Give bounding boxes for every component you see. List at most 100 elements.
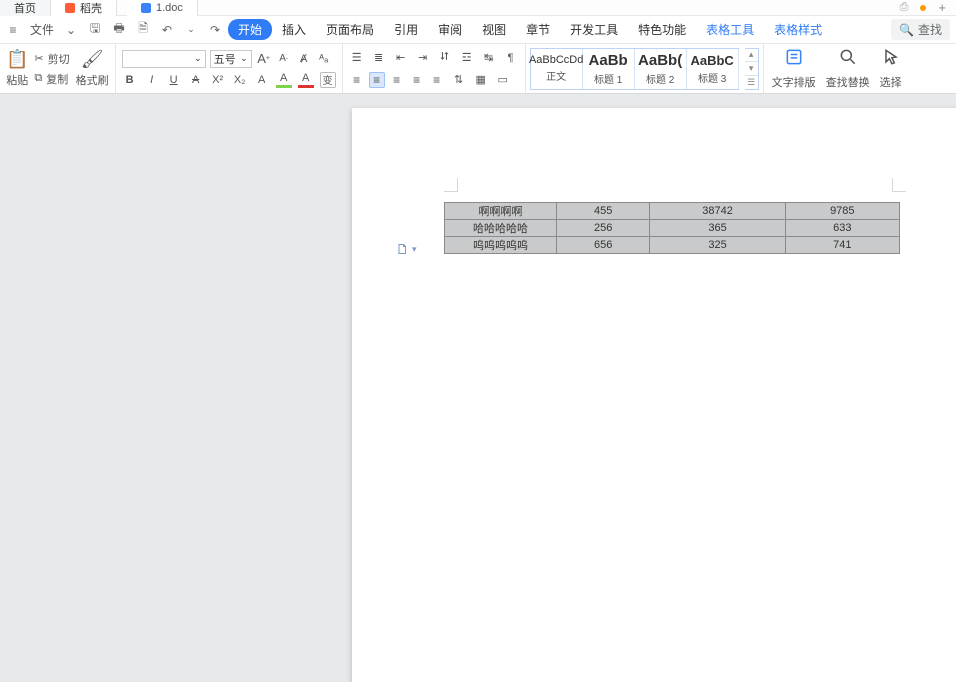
italic-button[interactable]: I — [144, 72, 160, 88]
borders-button[interactable]: ▭ — [495, 72, 511, 88]
numbering-button[interactable]: ≣ — [371, 50, 387, 66]
indent-inc-button[interactable]: ⇥ — [415, 50, 431, 66]
copy-button[interactable]: ⧉ 复制 — [34, 71, 69, 87]
tab-dev[interactable]: 开发工具 — [560, 17, 628, 42]
cell-label[interactable]: 啊啊啊啊 — [445, 203, 557, 220]
find-replace-label: 查找替换 — [826, 74, 870, 90]
highlight-button[interactable]: A — [276, 72, 292, 88]
sync-icon[interactable]: ⎙ — [900, 1, 909, 14]
cursor-icon — [881, 47, 901, 72]
align-left-button[interactable]: ≡ — [349, 72, 365, 88]
file-menu[interactable]: 文件 — [30, 21, 54, 38]
font-size-select[interactable]: 五号 ⌄ — [210, 50, 252, 68]
paste-button[interactable]: 📋 粘贴 — [6, 49, 28, 88]
tab-special[interactable]: 特色功能 — [628, 17, 696, 42]
style-preview: AaBb( — [638, 52, 682, 69]
style-normal[interactable]: AaBbCcDd 正文 — [531, 49, 583, 89]
data-table[interactable]: 啊啊啊啊 455 38742 9785 哈哈哈哈哈 256 365 633 呜呜… — [444, 202, 900, 254]
cell[interactable]: 325 — [650, 237, 785, 254]
indent-dec-button[interactable]: ⇤ — [393, 50, 409, 66]
status-dot-icon — [920, 5, 926, 11]
tab-button[interactable]: ↹ — [481, 50, 497, 66]
tab-document[interactable]: 1.doc — [127, 0, 198, 16]
style-h3[interactable]: AaBbC 标题 3 — [687, 49, 739, 89]
word-doc-icon — [141, 3, 151, 13]
more-styles-icon[interactable]: ☰ — [745, 76, 758, 89]
text-direction-button[interactable]: 文字排版 — [772, 47, 816, 90]
cell[interactable]: 9785 — [785, 203, 899, 220]
align-justify-button[interactable]: ≡ — [409, 72, 425, 88]
undo-icon[interactable]: ↶ — [160, 23, 174, 37]
align-center-button[interactable]: ≡ — [369, 72, 385, 88]
cell[interactable]: 741 — [785, 237, 899, 254]
new-tab-button[interactable]: + — [938, 0, 946, 15]
tab-app-docer[interactable]: 稻壳 — [51, 0, 117, 16]
scroll-up-icon[interactable]: ▴ — [745, 49, 758, 63]
phonetic-button[interactable]: 变 — [320, 72, 336, 88]
menu-icon[interactable]: ≡ — [6, 23, 20, 37]
page-icon — [396, 242, 408, 256]
show-marks-button[interactable]: ¶ — [503, 50, 519, 66]
group-styles: AaBbCcDd 正文 AaBb 标题 1 AaBb( 标题 2 AaBbC 标… — [526, 44, 764, 93]
print-preview-icon[interactable]: 🗎 — [136, 23, 150, 37]
tab-insert[interactable]: 插入 — [272, 17, 316, 42]
change-case-button[interactable]: ᴬₐ — [316, 51, 332, 67]
style-h2[interactable]: AaBb( 标题 2 — [635, 49, 687, 89]
clear-format-button[interactable]: Ⱥ — [296, 51, 312, 67]
text-effect-button[interactable]: A — [254, 72, 270, 88]
grow-font-button[interactable]: A+ — [256, 51, 272, 67]
section-indicator[interactable]: ▾ — [396, 242, 417, 256]
shading-button[interactable]: ▦ — [473, 72, 489, 88]
align-right-button[interactable]: ≡ — [389, 72, 405, 88]
underline-button[interactable]: U — [166, 72, 182, 88]
shrink-font-button[interactable]: A- — [276, 51, 292, 67]
workspace[interactable]: ▾ 啊啊啊啊 455 38742 9785 哈哈哈哈哈 256 365 633 … — [0, 94, 956, 682]
tab-start[interactable]: 开始 — [228, 19, 272, 40]
table-row[interactable]: 啊啊啊啊 455 38742 9785 — [445, 203, 900, 220]
cell-label[interactable]: 哈哈哈哈哈 — [445, 220, 557, 237]
bullets-button[interactable]: ☰ — [349, 50, 365, 66]
font-color-button[interactable]: A — [298, 72, 314, 88]
cell[interactable]: 455 — [557, 203, 650, 220]
tab-home[interactable]: 首页 — [0, 0, 51, 16]
tab-layout[interactable]: 页面布局 — [316, 17, 384, 42]
cell[interactable]: 633 — [785, 220, 899, 237]
chevron-down-icon[interactable]: ⌄ — [64, 23, 78, 37]
tab-table-style[interactable]: 表格样式 — [764, 17, 832, 42]
superscript-button[interactable]: X² — [210, 72, 226, 88]
tab-view[interactable]: 视图 — [472, 17, 516, 42]
tab-review[interactable]: 审阅 — [428, 17, 472, 42]
find-replace-button[interactable]: 查找替换 — [826, 47, 870, 90]
subscript-button[interactable]: X₂ — [232, 72, 248, 88]
align-distribute-button[interactable]: ≡ — [429, 72, 445, 88]
redo-icon[interactable]: ↷ — [208, 23, 222, 37]
cell[interactable]: 365 — [650, 220, 785, 237]
font-family-select[interactable]: ⌄ — [122, 50, 206, 68]
style-gallery[interactable]: AaBbCcDd 正文 AaBb 标题 1 AaBb( 标题 2 AaBbC 标… — [530, 48, 739, 90]
chevron-down-icon[interactable]: ⌄ — [184, 23, 198, 37]
tab-chapter[interactable]: 章节 — [516, 17, 560, 42]
table-row[interactable]: 哈哈哈哈哈 256 365 633 — [445, 220, 900, 237]
style-scroll[interactable]: ▴ ▾ ☰ — [745, 48, 759, 90]
cell-label[interactable]: 呜呜呜呜呜 — [445, 237, 557, 254]
print-icon[interactable]: 🖶 — [112, 23, 126, 37]
search-box[interactable]: 🔍 查找 — [891, 19, 950, 40]
bold-button[interactable]: B — [122, 72, 138, 88]
tab-table-tool[interactable]: 表格工具 — [696, 17, 764, 42]
style-h1[interactable]: AaBb 标题 1 — [583, 49, 635, 89]
line-spacing2-button[interactable]: ⇅ — [451, 72, 467, 88]
cell[interactable]: 256 — [557, 220, 650, 237]
save-icon[interactable]: 🖫 — [88, 23, 102, 37]
scroll-down-icon[interactable]: ▾ — [745, 62, 758, 76]
tab-ref[interactable]: 引用 — [384, 17, 428, 42]
line-spacing-button[interactable]: ☲ — [459, 50, 475, 66]
format-painter-button[interactable]: 🖌 格式刷 — [76, 49, 109, 88]
strike-button[interactable]: A — [188, 72, 204, 88]
cell[interactable]: 656 — [557, 237, 650, 254]
table-row[interactable]: 呜呜呜呜呜 656 325 741 — [445, 237, 900, 254]
sort-button[interactable]: ⮃ — [437, 50, 453, 66]
cut-button[interactable]: ✂ 剪切 — [34, 51, 69, 67]
cell[interactable]: 38742 — [650, 203, 785, 220]
format-painter-label: 格式刷 — [76, 72, 109, 88]
select-button[interactable]: 选择 — [880, 47, 902, 90]
